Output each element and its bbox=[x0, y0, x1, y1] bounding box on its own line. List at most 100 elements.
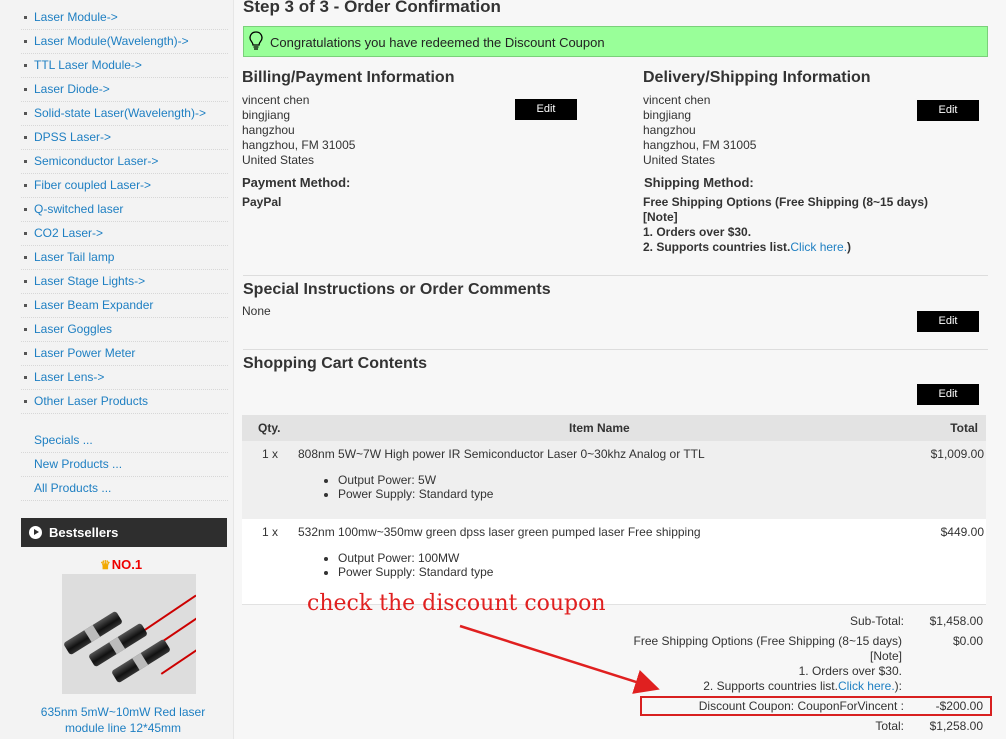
wire bbox=[137, 594, 196, 636]
address-line: United States bbox=[643, 153, 716, 167]
category-link[interactable]: Laser Beam Expander bbox=[21, 294, 228, 318]
category-link[interactable]: DPSS Laser-> bbox=[21, 126, 228, 150]
shipping-line: Free Shipping Options (Free Shipping (8~… bbox=[643, 195, 929, 209]
item-attribute: Power Supply: Standard type bbox=[338, 565, 493, 579]
item-name: 808nm 5W~7W High power IR Semiconductor … bbox=[298, 447, 705, 461]
cart-heading: Shopping Cart Contents bbox=[243, 355, 427, 372]
subtotal-label: Sub-Total: bbox=[849, 614, 904, 628]
shipping-method-value: Free Shipping Options (Free Shipping (8~… bbox=[643, 195, 928, 255]
shipping-line-text: 2. Supports countries list. bbox=[643, 240, 791, 254]
shipping-total-line: 2. Supports countries list.Click here.): bbox=[634, 679, 902, 694]
category-link[interactable]: Semiconductor Laser-> bbox=[21, 150, 228, 174]
edit-cart-button[interactable]: Edit bbox=[917, 384, 979, 405]
category-link[interactable]: Laser Module(Wavelength)-> bbox=[21, 30, 228, 54]
address-line: vincent chen bbox=[643, 93, 711, 107]
payment-method-heading: Payment Method: bbox=[242, 175, 351, 190]
countries-link[interactable]: Click here. bbox=[790, 240, 847, 254]
shipping-line: 2. Supports countries list.Click here.) bbox=[643, 240, 928, 255]
payment-method-value: PayPal bbox=[242, 195, 282, 209]
success-text: Congratulations you have redeemed the Di… bbox=[270, 35, 605, 50]
address-line: bingjiang bbox=[242, 108, 291, 122]
category-link[interactable]: Fiber coupled Laser-> bbox=[21, 174, 228, 198]
qty-column-header: Qty. bbox=[258, 421, 281, 435]
annotation-text: check the discount coupon bbox=[307, 591, 606, 616]
edit-billing-button[interactable]: Edit bbox=[515, 99, 577, 120]
address-line: hangzhou bbox=[242, 123, 295, 137]
annotation-highlight-box bbox=[640, 696, 992, 716]
item-qty: 1 x bbox=[262, 447, 279, 461]
total-label: Total: bbox=[875, 719, 904, 733]
item-attribute: Output Power: 5W bbox=[338, 473, 493, 487]
success-message: Congratulations you have redeemed the Di… bbox=[243, 26, 988, 57]
subtotal-value: $1,458.00 bbox=[929, 614, 983, 628]
sidebar: Laser Module-> Laser Module(Wavelength)-… bbox=[0, 0, 234, 739]
total-column-header: Total bbox=[950, 421, 978, 435]
rank-badge: ♛NO.1 bbox=[100, 557, 142, 572]
shipping-total-text: 2. Supports countries list. bbox=[703, 679, 838, 693]
rank-label: NO.1 bbox=[111, 557, 143, 572]
shipping-total-line: 1. Orders over $30. bbox=[798, 664, 902, 678]
lightbulb-icon bbox=[249, 31, 263, 50]
new-products-link[interactable]: New Products ... bbox=[21, 453, 228, 477]
shipping-total-line: [Note] bbox=[869, 649, 902, 663]
category-link[interactable]: Other Laser Products bbox=[21, 390, 228, 414]
category-link[interactable]: Laser Tail lamp bbox=[21, 246, 228, 270]
address-line: hangzhou bbox=[643, 123, 696, 137]
cart-table-header: Qty. Item Name Total bbox=[242, 415, 986, 441]
item-qty: 1 x bbox=[262, 525, 279, 539]
item-attributes: Output Power: 5W Power Supply: Standard … bbox=[338, 473, 493, 501]
shipping-total-line: Free Shipping Options (Free Shipping (8~… bbox=[633, 634, 902, 648]
category-link[interactable]: Laser Lens-> bbox=[21, 366, 228, 390]
bestsellers-title: Bestsellers bbox=[49, 525, 119, 540]
category-link[interactable]: Laser Power Meter bbox=[21, 342, 228, 366]
item-price: $449.00 bbox=[940, 525, 984, 539]
shipping-total-close: ): bbox=[894, 679, 902, 693]
category-link[interactable]: Laser Diode-> bbox=[21, 78, 228, 102]
address-line: United States bbox=[242, 153, 315, 167]
billing-heading: Billing/Payment Information bbox=[242, 69, 455, 86]
category-list: Laser Module-> Laser Module(Wavelength)-… bbox=[21, 6, 228, 414]
category-link[interactable]: Q-switched laser bbox=[21, 198, 228, 222]
item-attributes: Output Power: 100MW Power Supply: Standa… bbox=[338, 551, 493, 579]
all-products-link[interactable]: All Products ... bbox=[21, 477, 228, 501]
shipping-total-label: Free Shipping Options (Free Shipping (8~… bbox=[634, 634, 902, 694]
edit-shipping-button[interactable]: Edit bbox=[917, 100, 979, 121]
item-name: 532nm 100mw~350mw green dpss laser green… bbox=[298, 525, 701, 539]
category-link[interactable]: TTL Laser Module-> bbox=[21, 54, 228, 78]
item-price: $1,009.00 bbox=[930, 447, 984, 461]
item-attribute: Output Power: 100MW bbox=[338, 551, 493, 565]
address-line: vincent chen bbox=[242, 93, 310, 107]
play-circle-icon bbox=[29, 526, 42, 539]
divider bbox=[243, 275, 988, 276]
product-image[interactable] bbox=[62, 574, 196, 694]
bestsellers-header: Bestsellers bbox=[21, 518, 227, 547]
category-link[interactable]: Solid-state Laser(Wavelength)-> bbox=[21, 102, 228, 126]
billing-address: vincent chen bingjiang hangzhou hangzhou… bbox=[242, 93, 355, 168]
main-content: Step 3 of 3 - Order Confirmation Congrat… bbox=[234, 0, 1006, 739]
page-title: Step 3 of 3 - Order Confirmation bbox=[243, 0, 501, 16]
instructions-heading: Special Instructions or Order Comments bbox=[243, 281, 551, 298]
category-link[interactable]: Laser Module-> bbox=[21, 6, 228, 30]
table-row: 1 x 808nm 5W~7W High power IR Semiconduc… bbox=[242, 441, 986, 519]
delivery-heading: Delivery/Shipping Information bbox=[643, 69, 871, 86]
specials-link[interactable]: Specials ... bbox=[21, 429, 228, 453]
address-line: bingjiang bbox=[643, 108, 692, 122]
shipping-line: 1. Orders over $30. bbox=[643, 225, 752, 239]
product-name-link[interactable]: 635nm 5mW~10mW Red laser module line 12*… bbox=[28, 704, 218, 736]
category-link[interactable]: Laser Stage Lights-> bbox=[21, 270, 228, 294]
shipping-method-heading: Shipping Method: bbox=[644, 175, 754, 190]
instructions-value: None bbox=[242, 304, 271, 318]
item-name-column-header: Item Name bbox=[569, 421, 630, 435]
total-value: $1,258.00 bbox=[929, 719, 983, 733]
shipping-total-value: $0.00 bbox=[952, 634, 983, 648]
category-link[interactable]: CO2 Laser-> bbox=[21, 222, 228, 246]
divider bbox=[243, 349, 988, 350]
countries-link[interactable]: Click here. bbox=[838, 679, 895, 693]
crown-icon: ♛ bbox=[100, 558, 111, 572]
item-attribute: Power Supply: Standard type bbox=[338, 487, 493, 501]
category-link[interactable]: Laser Goggles bbox=[21, 318, 228, 342]
delivery-address: vincent chen bingjiang hangzhou hangzhou… bbox=[643, 93, 756, 168]
extra-links: Specials ... New Products ... All Produc… bbox=[21, 429, 228, 501]
address-line: hangzhou, FM 31005 bbox=[643, 138, 757, 152]
edit-instructions-button[interactable]: Edit bbox=[917, 311, 979, 332]
